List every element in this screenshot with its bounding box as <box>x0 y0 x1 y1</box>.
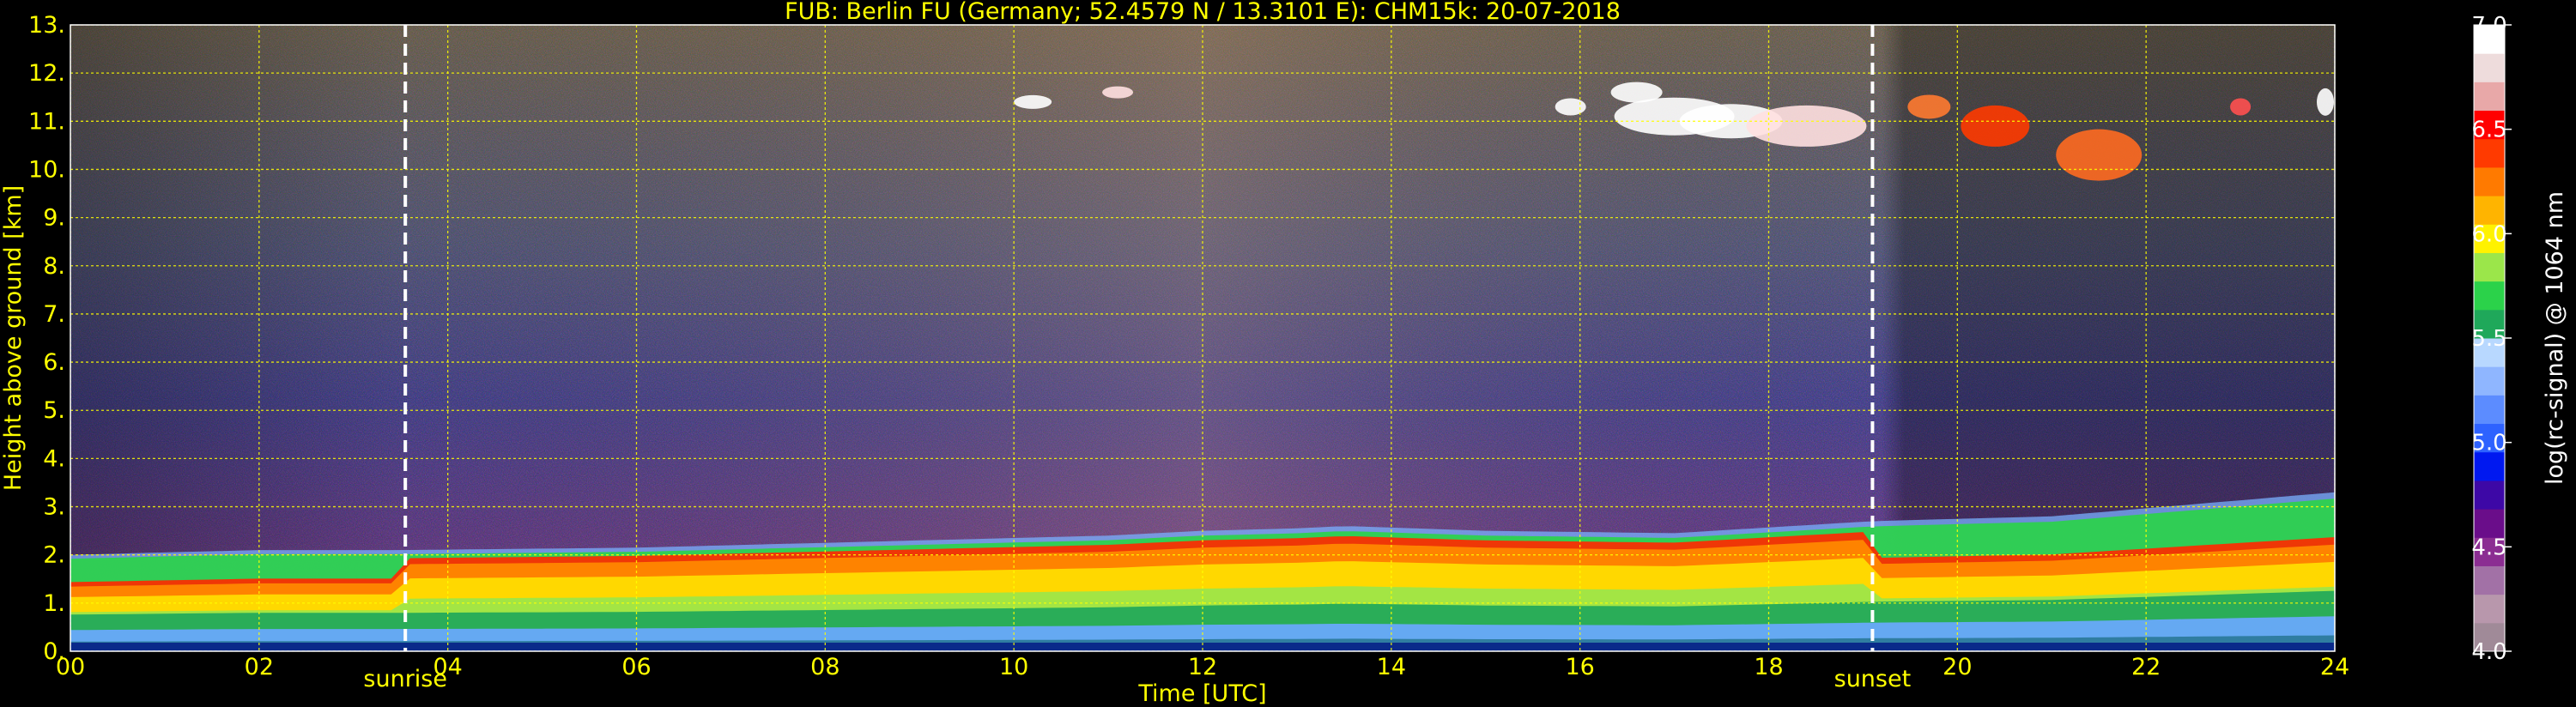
x-tick-label: 06 <box>621 654 651 680</box>
colorbar-swatch <box>2474 395 2505 425</box>
x-tick-label: 22 <box>2131 654 2161 680</box>
colorbar-tick-label: 6.0 <box>2471 221 2506 247</box>
y-tick-label: 8. <box>43 253 65 280</box>
y-tick-label: 2. <box>43 542 65 569</box>
colorbar-swatch <box>2474 451 2505 481</box>
y-tick-label: 1. <box>43 590 65 617</box>
y-axis-label: Height above ground [km] <box>0 185 27 491</box>
colorbar-swatch <box>2474 480 2505 510</box>
colorbar-tick-label: 4.0 <box>2471 639 2506 665</box>
sunset-label: sunset <box>1834 666 1912 692</box>
cloud-blob <box>1746 105 1867 147</box>
y-tick-label: 4. <box>43 445 65 472</box>
x-tick-label: 20 <box>1943 654 1972 680</box>
x-tick-label: 10 <box>999 654 1028 680</box>
chart-title: FUB: Berlin FU (Germany; 52.4579 N / 13.… <box>785 0 1621 25</box>
colorbar-swatch <box>2474 82 2505 112</box>
cloud-blob <box>2056 129 2143 181</box>
colorbar-tick-label: 4.5 <box>2471 535 2506 560</box>
y-axis-ticks: 0. 1. 2. 3. 4. 5. 6. 7. 8. 9. 10. 11. 12. 13. <box>28 12 65 665</box>
x-tick-label: 24 <box>2320 654 2349 680</box>
colorbar-swatch <box>2474 366 2505 396</box>
colorbar-tick-label: 7.0 <box>2471 13 2506 39</box>
x-tick-label: 18 <box>1754 654 1783 680</box>
colorbar-swatch <box>2474 252 2505 282</box>
y-tick-label: 7. <box>43 301 65 328</box>
y-tick-label: 5. <box>43 397 65 424</box>
cloud-blob <box>1961 105 2030 147</box>
x-tick-label: 14 <box>1377 654 1406 680</box>
cloud-blob <box>1555 98 1586 116</box>
colorbar-swatch <box>2474 594 2505 624</box>
colorbar-swatch <box>2474 53 2505 82</box>
sunrise-label: sunrise <box>363 666 447 692</box>
x-axis-label: Time [UTC] <box>1137 680 1266 707</box>
colorbar: 4.0 4.5 5.0 5.5 6.0 6.5 7.0 log(rc-signal) @ 1… <box>2471 13 2568 665</box>
ceilometer-chart: 00 02 04 06 08 10 12 14 16 18 20 22 24 0.1.2.3.4.5.6… <box>0 0 2568 707</box>
colorbar-swatch <box>2474 281 2505 311</box>
y-tick-label: 13. <box>28 12 65 39</box>
y-tick-label: 6. <box>43 349 65 376</box>
cloud-blob <box>2317 88 2335 116</box>
x-tick-label: 12 <box>1188 654 1217 680</box>
cloud-blob <box>1102 86 1134 99</box>
colorbar-tick-label: 6.5 <box>2471 118 2506 143</box>
x-tick-label: 08 <box>810 654 839 680</box>
plot-area <box>70 25 2335 651</box>
y-tick-label: 10. <box>28 156 65 183</box>
colorbar-swatch <box>2474 138 2505 168</box>
x-tick-label: 02 <box>245 654 274 680</box>
colorbar-swatch <box>2474 166 2505 196</box>
cloud-blob <box>1014 94 1052 109</box>
y-tick-label: 0. <box>43 638 65 665</box>
y-tick-label: 12. <box>28 60 65 87</box>
colorbar-tick-label: 5.0 <box>2471 431 2506 456</box>
sun-annotations: sunrise sunset <box>363 666 1911 692</box>
y-tick-label: 3. <box>43 494 65 521</box>
y-tick-label: 11. <box>28 108 65 135</box>
colorbar-label: log(rc-signal) @ 1064 nm <box>2542 191 2568 485</box>
cloud-blob <box>2230 98 2252 116</box>
colorbar-swatch <box>2474 565 2505 595</box>
cloud-blob <box>1907 94 1951 119</box>
colorbar-tick-label: 5.5 <box>2471 326 2506 352</box>
colorbar-swatch <box>2474 196 2505 225</box>
cloud-blob <box>1610 82 1663 103</box>
colorbar-swatch <box>2474 509 2505 538</box>
x-tick-label: 16 <box>1565 654 1594 680</box>
y-tick-label: 9. <box>43 205 65 232</box>
